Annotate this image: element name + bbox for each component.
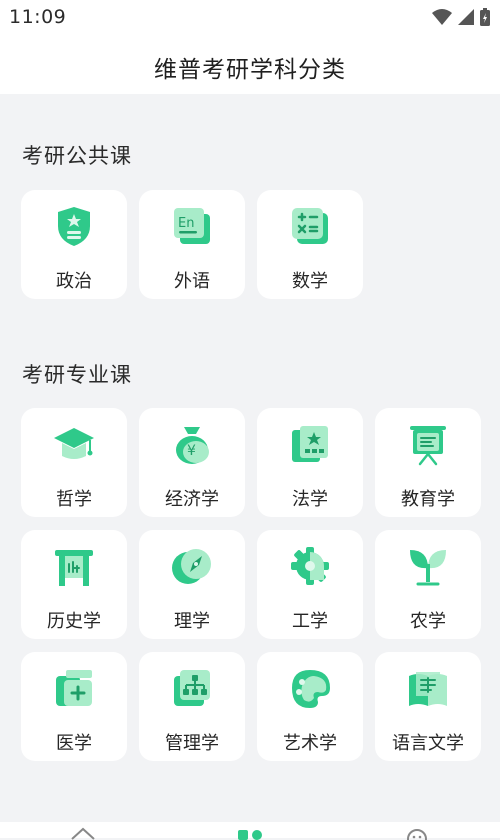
category-label: 艺术学	[283, 733, 337, 754]
category-label: 工学	[292, 611, 328, 632]
compass-icon	[172, 549, 211, 584]
bottom-navigation	[0, 822, 500, 840]
category-label: 历史学	[47, 611, 101, 632]
medicine-bottle-icon	[56, 670, 92, 706]
section-title-major: 考研专业课	[22, 363, 132, 387]
battery-icon	[480, 8, 490, 26]
category-card-law[interactable]: 法学	[257, 408, 363, 517]
open-book-icon	[409, 672, 447, 706]
category-card-math[interactable]: 数学	[257, 190, 363, 299]
category-card-language-literature[interactable]: 语言文学	[375, 652, 481, 761]
calculator-icon	[292, 208, 328, 244]
category-card-politics[interactable]: 政治	[21, 190, 127, 299]
section-title-public: 考研公共课	[22, 144, 132, 168]
wifi-icon	[432, 9, 452, 25]
category-card-philosophy[interactable]: 哲学	[21, 408, 127, 517]
category-card-medicine[interactable]: 医学	[21, 652, 127, 761]
shield-star-icon	[58, 207, 90, 246]
org-chart-icon	[174, 670, 210, 706]
money-bag-icon: ¥	[176, 427, 209, 464]
category-label: 医学	[56, 733, 92, 754]
category-card-history[interactable]: 历史学	[21, 530, 127, 639]
category-label: 数学	[292, 271, 328, 292]
page-title: 维普考研学科分类	[154, 57, 346, 83]
history-gate-icon	[55, 550, 93, 586]
category-label: 外语	[174, 271, 210, 292]
category-card-arts[interactable]: 艺术学	[257, 652, 363, 761]
category-label: 经济学	[165, 489, 219, 510]
category-card-engineering[interactable]: 工学	[257, 530, 363, 639]
signal-icon	[458, 9, 474, 25]
law-book-icon	[292, 426, 328, 462]
category-label: 政治	[56, 271, 92, 292]
graduation-cap-icon	[54, 428, 94, 459]
major-course-grid: 哲学 ¥ 经济学 法学 教育学 历史学 理学 工学 农学 医学 管理学 艺术学 …	[21, 408, 481, 761]
category-label: 管理学	[165, 733, 219, 754]
palette-icon	[292, 670, 330, 708]
gear-icon	[291, 547, 329, 585]
category-label: 法学	[292, 489, 328, 510]
category-card-science[interactable]: 理学	[139, 530, 245, 639]
category-label: 哲学	[56, 489, 92, 510]
category-label: 教育学	[401, 489, 455, 510]
public-course-grid: 政治 En 外语 数学	[21, 190, 481, 299]
svg-text:¥: ¥	[187, 443, 196, 459]
category-label: 农学	[410, 611, 446, 632]
category-label: 理学	[174, 611, 210, 632]
svg-text:En: En	[178, 216, 194, 231]
status-icons	[432, 8, 490, 26]
sprout-icon	[410, 550, 446, 586]
category-label: 语言文学	[392, 733, 464, 754]
category-card-foreign-language[interactable]: En 外语	[139, 190, 245, 299]
blackboard-icon	[410, 426, 446, 466]
category-card-education[interactable]: 教育学	[375, 408, 481, 517]
category-card-economics[interactable]: ¥ 经济学	[139, 408, 245, 517]
category-card-agriculture[interactable]: 农学	[375, 530, 481, 639]
category-card-management[interactable]: 管理学	[139, 652, 245, 761]
status-bar: 11:09	[0, 0, 500, 34]
english-book-icon: En	[174, 208, 210, 244]
app-header: 维普考研学科分类	[0, 34, 500, 94]
status-time: 11:09	[9, 6, 67, 28]
